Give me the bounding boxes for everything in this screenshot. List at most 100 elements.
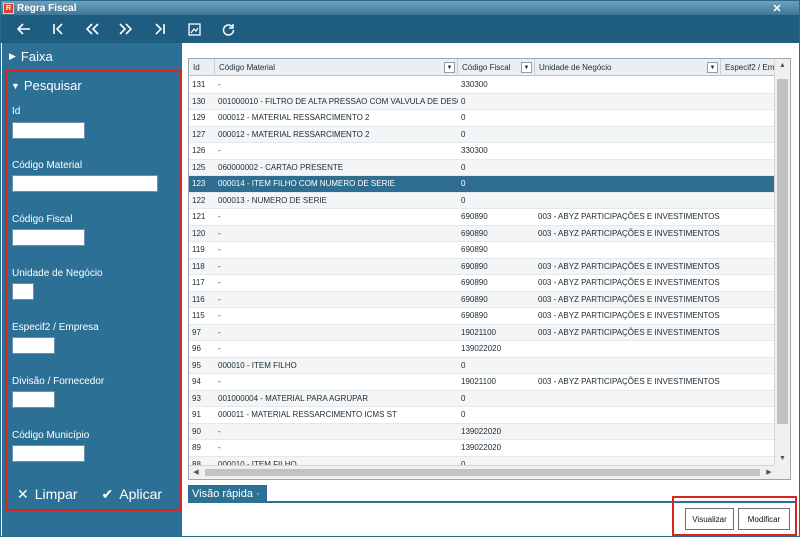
scroll-down-icon[interactable]: ▼ (775, 452, 790, 466)
aplicar-button[interactable]: ✔ Aplicar (102, 486, 163, 503)
table-row[interactable]: 97 - 19021100 003 - ABYZ PARTICIPAÇÕES E IN… (189, 324, 775, 341)
check-icon: ✔ (101, 485, 114, 502)
table-row[interactable]: 131 - 330300 (189, 77, 775, 94)
cell-id: 131 (192, 80, 206, 89)
scroll-left-icon[interactable]: ◀ (189, 466, 203, 479)
modificar-button[interactable]: Modificar (738, 508, 790, 530)
refresh-icon[interactable] (211, 16, 245, 42)
cell-unidade-negocio (535, 160, 721, 176)
cell-codigo-material: 000013 - NUMERO DE SERIE (218, 195, 327, 205)
vertical-scroll-thumb[interactable] (777, 79, 788, 424)
export-icon[interactable] (177, 16, 211, 42)
codigo-material-label: Código Material (12, 160, 83, 171)
table-row[interactable]: 127 000012 - MATERIAL RESSARCIMENTO 2 0 (189, 126, 775, 143)
table-row[interactable]: 123 000014 - ITEM FILHO COM NUMERO DE SER… (189, 176, 775, 193)
table-row[interactable]: 95 000010 - ITEM FILHO 0 (189, 357, 775, 374)
table-row[interactable]: 115 - 690890 003 - ABYZ PARTICIPAÇÕES E INV… (189, 308, 775, 325)
clear-x-icon: ✕ (17, 485, 29, 502)
column-header-codigo-fiscal[interactable]: Código Fiscal ▼ (458, 59, 535, 76)
filter-dropdown-icon[interactable]: ▼ (521, 62, 532, 73)
cell-id: 96 (192, 344, 201, 353)
column-header-codigo-fiscal-label: Código Fiscal (462, 63, 511, 72)
table-row[interactable]: 116 - 690890 003 - ABYZ PARTICIPAÇÕES E INV… (189, 291, 775, 308)
limpar-button[interactable]: ✕ Limpar (17, 486, 78, 503)
visualizar-button[interactable]: Visualizar (685, 508, 734, 530)
id-input[interactable] (12, 122, 85, 139)
grid-body: 131 - 330300 130 001000010 - FILTRO DE ALTA … (189, 77, 775, 467)
expanded-triangle-icon: ▼ (11, 80, 20, 91)
table-row[interactable]: 118 - 690890 003 - ABYZ PARTICIPAÇÕES E INV… (189, 258, 775, 275)
table-row[interactable]: 96 - 139022020 (189, 341, 775, 358)
table-row[interactable]: 90 - 139022020 (189, 423, 775, 440)
collapsed-triangle-icon: ▶ (9, 50, 16, 61)
cell-id: 121 (192, 212, 206, 221)
back-arrow-icon[interactable] (7, 16, 41, 42)
divisao-input[interactable] (12, 391, 55, 408)
horizontal-scroll-thumb[interactable] (205, 469, 760, 476)
cell-unidade-negocio: 003 - ABYZ PARTICIPAÇÕES E INVESTIMENTOS… (538, 294, 721, 304)
table-row[interactable]: 121 - 690890 003 - ABYZ PARTICIPAÇÕES E INV… (189, 209, 775, 226)
table-row[interactable]: 125 060000002 - CARTAO PRESENTE 0 (189, 159, 775, 176)
tab-visao-rapida[interactable]: Visão rápida · (188, 485, 267, 503)
faixa-label: Faixa (20, 48, 53, 64)
aplicar-label: Aplicar (119, 486, 163, 502)
results-grid: Id Código Material ▼ Código Fiscal ▼ Uni… (188, 58, 791, 480)
id-label: Id (12, 106, 21, 117)
filter-dropdown-icon[interactable]: ▼ (707, 62, 718, 73)
cell-codigo-fiscal: 19021100 (461, 327, 496, 337)
table-row[interactable]: 117 - 690890 003 - ABYZ PARTICIPAÇÕES E INV… (189, 275, 775, 292)
cell-id: 89 (192, 443, 201, 452)
column-header-id[interactable]: Id (189, 59, 215, 76)
first-record-icon[interactable] (41, 16, 75, 42)
cell-especif2 (721, 209, 775, 225)
table-row[interactable]: 130 001000010 - FILTRO DE ALTA PRESSAO CO… (189, 93, 775, 110)
filter-dropdown-icon[interactable]: ▼ (444, 62, 455, 73)
cell-unidade-negocio: 003 - ABYZ PARTICIPAÇÕES E INVESTIMENTOS… (538, 212, 721, 221)
scroll-up-icon[interactable]: ▲ (775, 59, 790, 73)
unidade-negocio-input[interactable] (12, 283, 34, 300)
table-row[interactable]: 91 000011 - MATERIAL RESSARCIMENTO ICMS S… (189, 407, 775, 424)
cell-codigo-fiscal: 0 (461, 179, 466, 188)
column-header-codigo-material-label: Código Material (219, 63, 276, 72)
cell-codigo-material: - (218, 146, 221, 155)
last-record-icon[interactable] (143, 16, 177, 42)
horizontal-scrollbar[interactable]: ◀ ▶ (189, 465, 776, 479)
app-window: R Regra Fiscal ✕ ▶ Faixa ▼ Pesquisar Id … (0, 0, 800, 537)
close-button[interactable]: ✕ (755, 1, 799, 15)
table-row[interactable]: 89 - 139022020 (189, 440, 775, 457)
table-row[interactable]: 120 - 690890 003 - ABYZ PARTICIPAÇÕES E INV… (189, 225, 775, 242)
faixa-section-header[interactable]: ▶ Faixa (2, 43, 182, 69)
table-row[interactable]: 93 001000004 - MATERIAL PARA AGRUPAR 0 (189, 390, 775, 407)
cell-codigo-fiscal: 139022020 (461, 344, 502, 353)
cell-id: 126 (192, 146, 206, 155)
cell-codigo-fiscal: 0 (461, 360, 466, 370)
table-row[interactable]: 129 000012 - MATERIAL RESSARCIMENTO 2 0 (189, 110, 775, 127)
table-row[interactable]: 126 - 330300 (189, 143, 775, 160)
next-page-icon[interactable] (109, 16, 143, 42)
cell-id: 117 (192, 278, 205, 287)
cell-codigo-fiscal: 0 (461, 410, 466, 419)
table-row[interactable]: 122 000013 - NUMERO DE SERIE 0 (189, 192, 775, 209)
codigo-material-input[interactable] (12, 175, 158, 192)
cell-codigo-material: - (218, 311, 221, 320)
column-header-unidade-negocio[interactable]: Unidade de Negócio ▼ (535, 59, 721, 76)
codigo-fiscal-input[interactable] (12, 229, 85, 246)
cell-codigo-material: 000010 - ITEM FILHO (218, 360, 297, 370)
cell-unidade-negocio: 003 - ABYZ PARTICIPAÇÕES E INVESTIMENTOS… (538, 311, 721, 320)
column-header-codigo-material[interactable]: Código Material ▼ (215, 59, 458, 76)
cell-unidade-negocio (535, 424, 721, 440)
table-row[interactable]: 119 - 690890 (189, 242, 775, 259)
codigo-municipio-input[interactable] (12, 445, 85, 462)
table-row[interactable]: 94 - 19021100 003 - ABYZ PARTICIPAÇÕES E IN… (189, 374, 775, 391)
especif2-input[interactable] (12, 337, 55, 354)
cell-codigo-material: - (218, 212, 221, 221)
window-title: Regra Fiscal (17, 2, 77, 14)
vertical-scrollbar[interactable]: ▲ ▼ (774, 59, 790, 466)
limpar-label: Limpar (34, 486, 78, 502)
column-header-especif2[interactable]: Especif2 / Empre (721, 59, 775, 76)
cell-codigo-fiscal: 690890 (461, 278, 488, 287)
cell-codigo-material: 001000004 - MATERIAL PARA AGRUPAR (218, 393, 368, 403)
previous-page-icon[interactable] (75, 16, 109, 42)
pesquisar-section-header[interactable]: ▼ Pesquisar (7, 72, 180, 99)
cell-codigo-material: - (218, 426, 221, 436)
